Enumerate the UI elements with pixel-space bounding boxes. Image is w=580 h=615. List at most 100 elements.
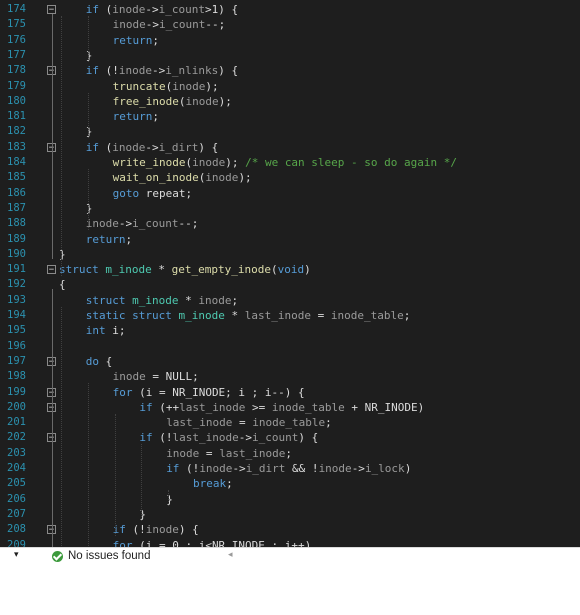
code-token: ; <box>325 416 332 430</box>
code-token: inode <box>199 462 233 475</box>
code-token: ); <box>238 171 252 185</box>
code-line[interactable]: } <box>86 124 93 139</box>
code-line[interactable]: { <box>59 277 66 292</box>
code-token: + NR_INODE) <box>344 400 425 414</box>
code-token: = NULL; <box>145 370 199 384</box>
code-token: break <box>193 477 227 491</box>
code-line[interactable]: for (i = NR_INODE; i ; i--) { <box>113 385 305 400</box>
code-line[interactable]: if (++last_inode >= inode_table + NR_INO… <box>139 400 424 415</box>
code-line[interactable]: return; <box>113 109 159 124</box>
code-token: (! <box>179 462 200 475</box>
code-line[interactable]: inode->i_count--; <box>113 17 226 32</box>
code-line[interactable]: free_inode(inode); <box>113 94 232 109</box>
code-token: } <box>85 48 93 62</box>
line-number: 199 <box>7 385 26 398</box>
code-line[interactable]: inode = NULL; <box>113 369 199 384</box>
code-line[interactable]: } <box>139 507 146 522</box>
code-line[interactable]: if (inode->i_dirt) { <box>86 140 219 155</box>
code-token: ; <box>125 232 133 246</box>
scroll-left-icon[interactable]: ◂ <box>228 549 233 560</box>
code-line[interactable]: truncate(inode); <box>113 79 219 94</box>
dropdown-arrow-icon[interactable]: ▾ <box>14 549 19 560</box>
code-token: get_empty_inode <box>171 263 271 277</box>
indent-guide <box>61 306 62 547</box>
line-number: 209 <box>7 538 26 548</box>
line-number: 202 <box>7 431 26 444</box>
line-number: 191 <box>7 263 26 276</box>
code-token: m_inode <box>105 263 152 277</box>
code-token: ; <box>231 293 239 307</box>
code-token: inode <box>166 446 200 460</box>
line-number: 184 <box>7 156 26 168</box>
code-token: do <box>85 354 100 368</box>
line-number: 195 <box>7 324 26 337</box>
code-token: inode_table <box>271 400 345 414</box>
code-token: inode <box>145 523 179 537</box>
code-token: >1) { <box>205 3 239 16</box>
line-number: 175 <box>7 18 26 31</box>
indent-guide <box>114 413 116 537</box>
code-token: for <box>112 385 133 399</box>
code-line[interactable]: int i; <box>86 323 126 338</box>
line-number: 203 <box>7 446 26 459</box>
code-token: if <box>85 3 100 16</box>
code-token: -> <box>232 462 246 475</box>
code-line[interactable]: do { <box>86 354 113 369</box>
fold-toggle-icon[interactable]: − <box>47 5 56 15</box>
indent-guide <box>168 490 170 506</box>
code-line[interactable]: if (!last_inode->i_count) { <box>139 430 318 445</box>
code-line[interactable]: if (inode->i_count>1) { <box>86 2 238 17</box>
code-token: i_count <box>252 431 299 445</box>
code-line[interactable]: if (!inode->i_nlinks) { <box>86 63 238 78</box>
code-token: inode <box>85 217 119 231</box>
code-line[interactable]: return; <box>113 33 159 48</box>
indent-guide <box>61 16 62 277</box>
code-editor[interactable]: 174−175176177178−179180181182183−1841851… <box>0 0 580 547</box>
code-token: last_inode <box>219 446 286 460</box>
code-line[interactable]: struct m_inode * inode; <box>86 293 238 308</box>
code-line[interactable]: goto repeat; <box>113 186 192 201</box>
code-token: if <box>166 462 180 475</box>
code-token: m_inode <box>132 293 179 307</box>
code-line[interactable]: } <box>59 247 66 262</box>
code-line[interactable]: wait_on_inode(inode); <box>113 170 252 185</box>
line-number: 190 <box>7 247 26 260</box>
code-token: inode <box>185 94 219 108</box>
line-number: 186 <box>7 186 26 199</box>
code-line[interactable]: break; <box>193 476 233 491</box>
code-line[interactable]: for (i = 0 ; i<NR_INODE ; i++) <box>113 538 312 548</box>
line-number: 200 <box>7 400 26 413</box>
code-line[interactable]: last_inode = inode_table; <box>166 415 332 430</box>
indent-guide <box>141 444 143 521</box>
code-token: = <box>232 416 253 430</box>
code-line[interactable]: struct m_inode * get_empty_inode(void) <box>59 262 311 277</box>
code-token: ) { <box>198 140 219 154</box>
code-line[interactable]: write_inode(inode); /* we can sleep - so… <box>113 155 457 170</box>
code-token: inode <box>318 462 352 475</box>
code-token: { <box>59 278 66 292</box>
code-token: = <box>311 309 331 322</box>
code-line[interactable]: inode = last_inode; <box>166 446 292 461</box>
status-bar: ▾ No issues found ◂ <box>0 547 580 566</box>
code-token: ) { <box>178 523 199 537</box>
line-number: 189 <box>7 232 26 245</box>
fold-toggle-icon[interactable]: − <box>47 265 56 275</box>
line-number: 197 <box>7 354 26 367</box>
indent-guide <box>87 16 89 62</box>
code-line[interactable]: if (!inode->i_dirt && !inode->i_lock) <box>166 461 411 476</box>
code-line[interactable]: static struct m_inode * last_inode = ino… <box>86 308 411 323</box>
code-token: } <box>85 125 93 139</box>
code-line[interactable]: } <box>86 48 93 63</box>
status-text[interactable]: No issues found <box>68 550 150 562</box>
code-line[interactable]: return; <box>86 232 132 247</box>
code-token: truncate <box>112 79 166 93</box>
code-line[interactable]: inode->i_count--; <box>86 216 199 231</box>
code-line[interactable]: if (!inode) { <box>113 522 199 537</box>
code-token: -> <box>145 3 159 16</box>
code-line[interactable]: } <box>86 201 93 216</box>
code-token: (i = NR_INODE; i ; i--) { <box>132 385 305 399</box>
code-token: m_inode <box>178 309 225 322</box>
code-line[interactable]: } <box>166 492 173 507</box>
line-number: 198 <box>7 370 26 383</box>
line-number: 196 <box>7 339 26 352</box>
